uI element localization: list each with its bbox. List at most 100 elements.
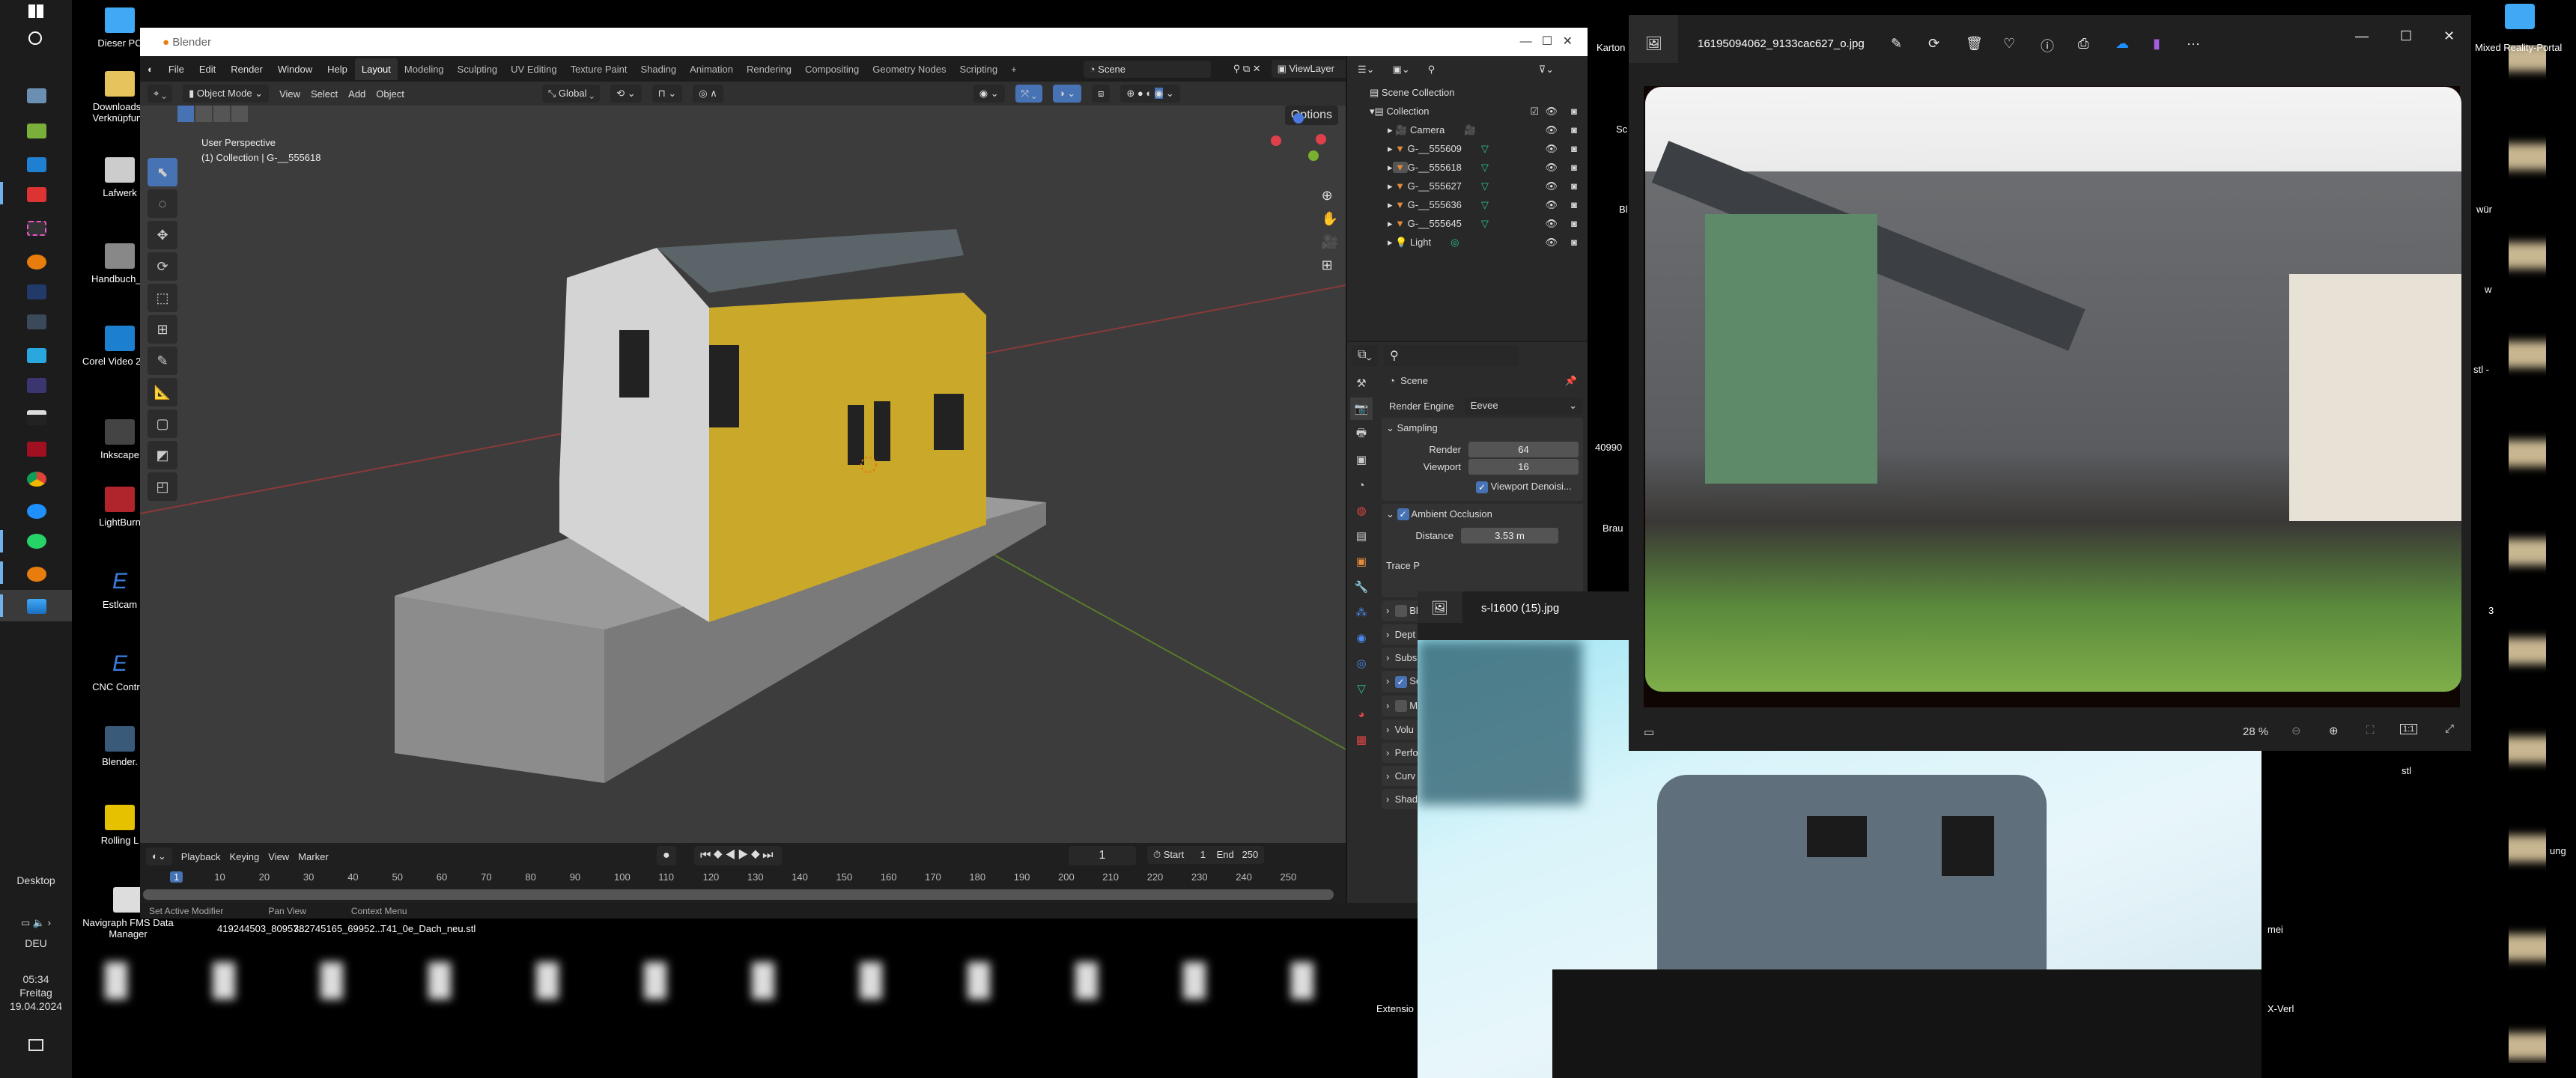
eye-icon[interactable]: 👁: [1545, 124, 1558, 136]
outliner-item[interactable]: ▸ ▼ G-__555645 ▽ 👁 ◙: [1347, 214, 1588, 233]
menu-render[interactable]: Render: [223, 64, 270, 75]
desktop-icon-label[interactable]: 3: [2488, 605, 2494, 616]
pin-icon[interactable]: 📌: [1565, 375, 1577, 387]
outliner-item[interactable]: ▸ ▼ G-__555609 ▽ 👁 ◙: [1347, 139, 1588, 158]
outliner-scene-collection[interactable]: ▤ Scene Collection: [1347, 83, 1588, 102]
app-icon[interactable]: [27, 314, 46, 329]
xray-toggle[interactable]: ⧈: [1092, 85, 1111, 103]
panel-checkbox[interactable]: ✓: [1394, 675, 1407, 688]
navigation-gizmo[interactable]: [1271, 113, 1331, 173]
outliner-item[interactable]: ▸ ▼ G-__555636 ▽ 👁 ◙: [1347, 195, 1588, 214]
current-frame-field[interactable]: 1: [1069, 846, 1136, 865]
render-camera-icon[interactable]: ◙: [1571, 199, 1577, 210]
notification-icon[interactable]: [28, 1039, 43, 1051]
menu-edit[interactable]: Edit: [192, 64, 223, 75]
menu-keying[interactable]: Keying: [230, 851, 260, 862]
camera-view-icon[interactable]: 🎥: [1322, 234, 1338, 250]
tab-texture-paint[interactable]: Texture Paint: [564, 58, 634, 80]
modifier-wrench-icon[interactable]: 🔧: [1350, 576, 1373, 598]
desktop-icon-label[interactable]: Brau: [1603, 523, 1623, 534]
start-value[interactable]: 1: [1200, 849, 1206, 860]
clock-time[interactable]: 05:34: [0, 973, 72, 985]
viewport-denoise-checkbox[interactable]: ✓ Viewport Denoisi...: [1476, 481, 1579, 493]
tab-shading[interactable]: Shading: [634, 58, 683, 80]
inkscape-icon[interactable]: [27, 410, 46, 425]
pivot-dropdown[interactable]: ⟲ ⌄: [610, 85, 642, 103]
properties-search-input[interactable]: ⚲: [1383, 345, 1519, 366]
start-button[interactable]: [28, 4, 43, 18]
desktop-icon-label[interactable]: stl -: [2473, 364, 2489, 375]
whatsapp-icon[interactable]: [27, 534, 46, 549]
delete-icon[interactable]: 🗑: [1966, 36, 1983, 52]
tab-modeling[interactable]: Modeling: [398, 58, 451, 80]
editor-type-button[interactable]: ◐⌄: [146, 847, 172, 865]
blender-icon[interactable]: [27, 567, 46, 582]
filter-icon[interactable]: ⊽⌄: [1532, 61, 1561, 79]
grid-icon[interactable]: ⊞: [1322, 258, 1338, 273]
render-camera-icon[interactable]: ◙: [1571, 180, 1577, 192]
world-tab-icon[interactable]: ◍: [1350, 499, 1373, 522]
proportional-edit-toggle[interactable]: ◎ ∧: [693, 85, 723, 103]
sampling-header[interactable]: ⌄ Sampling: [1386, 422, 1579, 434]
eye-icon[interactable]: 👁: [1545, 106, 1558, 118]
fit-icon[interactable]: ⛶: [2366, 724, 2375, 737]
physics-tab-icon[interactable]: ◉: [1350, 627, 1373, 649]
tab-compositing[interactable]: Compositing: [798, 58, 866, 80]
desktop-file[interactable]: Extensio: [1376, 1003, 1414, 1014]
eye-icon[interactable]: 👁: [1545, 180, 1558, 192]
pin-icon[interactable]: ⚲ ⧉ ✕: [1233, 63, 1261, 75]
info-icon[interactable]: ⓘ: [2041, 36, 2054, 55]
menu-view[interactable]: View: [279, 88, 300, 100]
editor-type-button[interactable]: ⌖ ⌄: [148, 85, 173, 103]
outliner-item[interactable]: ▸ ▼ G-__555627 ▽ 👁 ◙: [1347, 177, 1588, 195]
menu-help[interactable]: Help: [320, 64, 355, 75]
desktop-icon-label[interactable]: mei: [2267, 924, 2283, 935]
print-icon[interactable]: ⎙: [2078, 36, 2089, 52]
menu-add[interactable]: Add: [348, 88, 365, 100]
outliner-item[interactable]: ▸ 💡 Light ◎ 👁 ◙: [1347, 233, 1588, 252]
playback-controls[interactable]: ⏮◆◀▶◆⏭: [694, 846, 782, 865]
desktop-icon-label[interactable]: Sc: [1616, 124, 1627, 135]
desktop-icon-label[interactable]: wür: [2476, 204, 2492, 215]
data-tab-icon[interactable]: ▽: [1350, 677, 1373, 700]
collection-tab-icon[interactable]: ▤: [1350, 525, 1373, 547]
desktop-icon-label[interactable]: Karton: [1597, 42, 1625, 53]
desktop-file[interactable]: T41_0e_Dach_neu.stl: [380, 923, 476, 934]
more-options-icon[interactable]: ···: [2187, 36, 2200, 52]
desktop-icon[interactable]: [2505, 4, 2535, 29]
outliner-search-input[interactable]: ⚲: [1421, 61, 1527, 79]
fullscreen-icon[interactable]: ⤢: [2445, 722, 2454, 735]
app-icon[interactable]: [27, 284, 46, 299]
menu-window[interactable]: Window: [270, 64, 320, 75]
material-tab-icon[interactable]: ◕: [1350, 703, 1373, 725]
app-icon[interactable]: [27, 221, 46, 236]
ao-header[interactable]: ⌄ ✓ Ambient Occlusion: [1386, 508, 1579, 521]
record-button[interactable]: ●: [657, 846, 676, 865]
menu-marker[interactable]: Marker: [298, 851, 328, 862]
zoom-icon[interactable]: ⊕: [1322, 188, 1338, 204]
render-camera-icon[interactable]: ◙: [1571, 162, 1577, 173]
viewport-samples-field[interactable]: 16: [1468, 459, 1579, 475]
blender-icon[interactable]: [27, 255, 46, 270]
outliner-collection[interactable]: ▾ ▤ Collection ☑ 👁 ◙: [1347, 102, 1588, 121]
render-camera-icon[interactable]: ◙: [1571, 237, 1577, 248]
frame-range[interactable]: ⏱ Start 1 End 250: [1147, 846, 1265, 864]
app-icon[interactable]: [27, 124, 46, 138]
outliner-item[interactable]: ▸ 🎥 Camera 🎥 👁 ◙: [1347, 121, 1588, 139]
display-mode-dropdown[interactable]: ☰⌄: [1352, 61, 1381, 79]
scene-selector[interactable]: ◔ Scene: [1083, 60, 1211, 78]
onedrive-icon[interactable]: ☁: [2115, 36, 2129, 52]
minimize-button[interactable]: —: [2355, 28, 2369, 44]
render-samples-field[interactable]: 64: [1468, 442, 1579, 457]
render-camera-icon[interactable]: ◙: [1571, 106, 1577, 117]
desktop-icon-label[interactable]: Mixed Reality-Portal: [2475, 42, 2562, 53]
render-tab-icon[interactable]: 📷: [1350, 398, 1373, 420]
actual-size-icon[interactable]: 1:1: [2400, 724, 2418, 734]
texture-tab-icon[interactable]: ▦: [1350, 728, 1373, 751]
menu-object[interactable]: Object: [376, 88, 404, 100]
desktop-icon-label[interactable]: w: [2485, 284, 2491, 295]
window-controls[interactable]: — ☐ ✕: [1520, 34, 1573, 49]
exclude-checkbox[interactable]: ☑: [1530, 106, 1539, 118]
system-tray-icons[interactable]: ▭ 🔈 ›: [0, 917, 72, 929]
desktop-icon-label[interactable]: stl: [2402, 765, 2411, 776]
